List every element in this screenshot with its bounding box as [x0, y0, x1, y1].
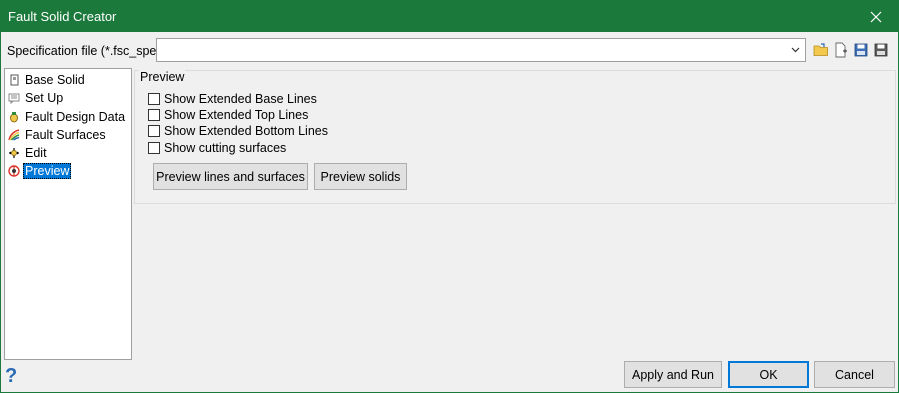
chevron-down-icon[interactable]	[787, 41, 803, 59]
set-up-icon	[8, 92, 20, 105]
preview-lines-surfaces-button[interactable]: Preview lines and surfaces	[153, 163, 308, 190]
checkbox-cutting-surfaces[interactable]: Show cutting surfaces	[148, 140, 286, 156]
tree-item-preview[interactable]: Preview	[8, 162, 72, 180]
ok-button[interactable]: OK	[728, 361, 809, 388]
save-icon[interactable]	[852, 41, 870, 59]
tree-item-base-solid[interactable]: Base Solid	[8, 71, 87, 89]
preview-group-title: Preview	[139, 70, 186, 84]
checkbox-box[interactable]	[148, 93, 160, 105]
open-folder-icon[interactable]	[812, 41, 830, 59]
tree-item-label: Fault Design Data	[25, 110, 126, 124]
fault-surfaces-icon	[8, 129, 20, 142]
new-file-icon[interactable]	[832, 41, 850, 59]
tree-item-label: Preview	[23, 163, 72, 179]
checkbox-label: Show cutting surfaces	[164, 141, 287, 155]
checkbox-box[interactable]	[148, 109, 160, 121]
tree-item-fault-design-data[interactable]: Fault Design Data	[8, 108, 127, 126]
title-bar[interactable]: Fault Solid Creator	[1, 1, 898, 32]
checkbox-label: Show Extended Base Lines	[164, 92, 317, 106]
spec-file-combo[interactable]	[156, 38, 806, 62]
preview-icon	[8, 165, 20, 178]
checkbox-extended-top-lines[interactable]: Show Extended Top Lines	[148, 107, 308, 123]
tree-item-set-up[interactable]: Set Up	[8, 89, 65, 107]
checkbox-box[interactable]	[148, 142, 160, 154]
dialog-window: Fault Solid Creator Specification file (…	[0, 0, 899, 393]
close-button[interactable]	[854, 1, 898, 32]
tree-item-fault-surfaces[interactable]: Fault Surfaces	[8, 126, 108, 144]
window-title: Fault Solid Creator	[8, 9, 117, 24]
checkbox-box[interactable]	[148, 125, 160, 137]
apply-and-run-button[interactable]: Apply and Run	[624, 361, 722, 388]
preview-solids-button[interactable]: Preview solids	[314, 163, 407, 190]
tree-item-label: Base Solid	[25, 73, 85, 87]
checkbox-label: Show Extended Top Lines	[164, 108, 309, 122]
checkbox-extended-bottom-lines[interactable]: Show Extended Bottom Lines	[148, 123, 328, 139]
tree-item-edit[interactable]: Edit	[8, 144, 49, 162]
help-icon[interactable]: ?	[5, 366, 23, 386]
checkbox-label: Show Extended Bottom Lines	[164, 124, 328, 138]
navigation-tree[interactable]: Base Solid Set Up Fault Design Data Faul…	[4, 68, 132, 360]
save-as-icon[interactable]	[872, 41, 890, 59]
checkbox-extended-base-lines[interactable]: Show Extended Base Lines	[148, 91, 317, 107]
base-solid-icon	[8, 74, 20, 87]
tree-item-label: Fault Surfaces	[25, 128, 106, 142]
fault-design-data-icon	[8, 111, 20, 124]
spec-file-label: Specification file (*.fsc_spec)	[7, 44, 167, 58]
tree-item-label: Set Up	[25, 91, 64, 105]
close-icon	[870, 11, 882, 22]
edit-icon	[8, 147, 20, 160]
tree-item-label: Edit	[25, 146, 47, 160]
cancel-button[interactable]: Cancel	[814, 361, 895, 388]
